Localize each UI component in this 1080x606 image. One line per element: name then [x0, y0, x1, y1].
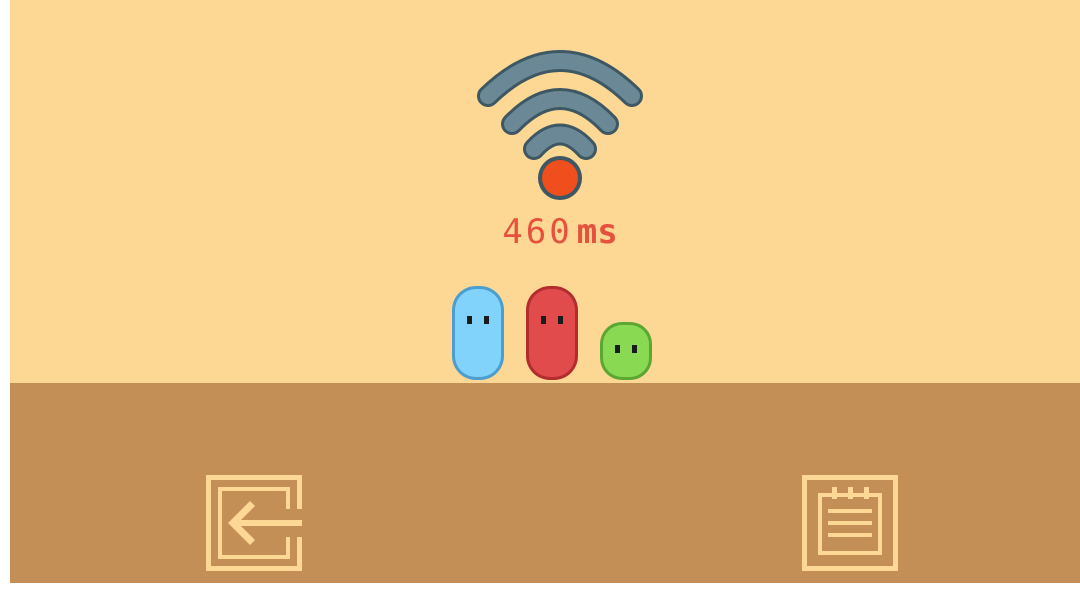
latency-value: 460	[502, 212, 573, 252]
latency-readout: 460 ms	[480, 210, 640, 254]
ground-panel	[10, 383, 1080, 583]
blue-player-character	[452, 286, 504, 380]
exit-button[interactable]	[206, 475, 302, 571]
wifi-signal-icon	[477, 50, 643, 200]
notepad-icon	[802, 475, 898, 571]
notes-button[interactable]	[802, 475, 898, 571]
latency-unit: ms	[576, 212, 618, 252]
game-scene: 460 ms	[10, 0, 1080, 583]
exit-arrow-icon	[206, 475, 302, 571]
red-player-character	[526, 286, 578, 380]
green-player-character	[600, 322, 652, 380]
